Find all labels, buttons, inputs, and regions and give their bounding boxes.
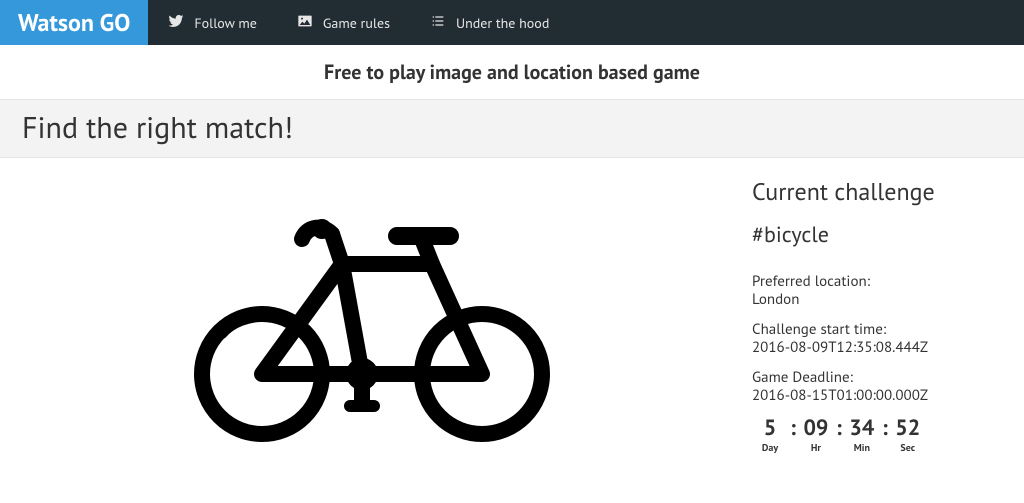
countdown-timer: 5 Day : 09 Hr : 34 Min : 52 Sec <box>752 417 1002 454</box>
nav-links: Follow me Game rules Under the hood <box>148 0 569 45</box>
countdown-day-label: Day <box>762 441 778 454</box>
nav-link-follow[interactable]: Follow me <box>148 0 276 45</box>
nav-link-rules[interactable]: Game rules <box>277 0 410 45</box>
deadline-block: Game Deadline: 2016-08-15T01:00:00.000Z <box>752 369 1002 405</box>
countdown-hr: 09 Hr <box>798 417 834 454</box>
nav-link-under-hood[interactable]: Under the hood <box>410 0 569 45</box>
content-area: Current challenge #bicycle Preferred loc… <box>0 158 1024 454</box>
countdown-min: 34 Min <box>844 417 880 454</box>
countdown-sec-value: 52 <box>895 417 920 439</box>
list-icon <box>430 13 446 33</box>
location-label: Preferred location: <box>752 272 870 291</box>
start-value: 2016-08-09T12:35:08.444Z <box>752 338 928 357</box>
nav-link-label: Under the hood <box>456 14 549 32</box>
countdown-hr-label: Hr <box>811 441 821 454</box>
countdown-sec-label: Sec <box>900 441 915 454</box>
countdown-sep: : <box>788 417 798 439</box>
nav-link-label: Follow me <box>194 14 256 32</box>
countdown-min-value: 34 <box>849 417 874 439</box>
image-icon <box>297 13 313 33</box>
countdown-sep: : <box>880 417 890 439</box>
start-block: Challenge start time: 2016-08-09T12:35:0… <box>752 321 1002 357</box>
countdown-day: 5 Day <box>752 417 788 454</box>
nav-link-label: Game rules <box>323 14 390 32</box>
location-block: Preferred location: London <box>752 273 1002 309</box>
page-header: Find the right match! <box>0 99 1024 158</box>
countdown-sep: : <box>834 417 844 439</box>
top-navbar: Watson GO Follow me Game rules Under the… <box>0 0 1024 45</box>
challenge-sidebar: Current challenge #bicycle Preferred loc… <box>752 174 1002 454</box>
location-value: London <box>752 290 799 309</box>
bicycle-icon <box>172 184 572 449</box>
countdown-day-value: 5 <box>764 417 776 439</box>
challenge-tag: #bicycle <box>752 221 1002 249</box>
deadline-label: Game Deadline: <box>752 368 853 387</box>
page-title: Find the right match! <box>22 108 1002 147</box>
start-label: Challenge start time: <box>752 320 886 339</box>
challenge-image-container <box>22 174 722 454</box>
countdown-min-label: Min <box>854 441 870 454</box>
tagline: Free to play image and location based ga… <box>0 59 1024 85</box>
twitter-icon <box>168 13 184 33</box>
deadline-value: 2016-08-15T01:00:00.000Z <box>752 386 928 405</box>
brand-logo[interactable]: Watson GO <box>0 0 148 45</box>
countdown-sec: 52 Sec <box>890 417 926 454</box>
countdown-hr-value: 09 <box>803 417 828 439</box>
sidebar-heading: Current challenge <box>752 176 1002 207</box>
